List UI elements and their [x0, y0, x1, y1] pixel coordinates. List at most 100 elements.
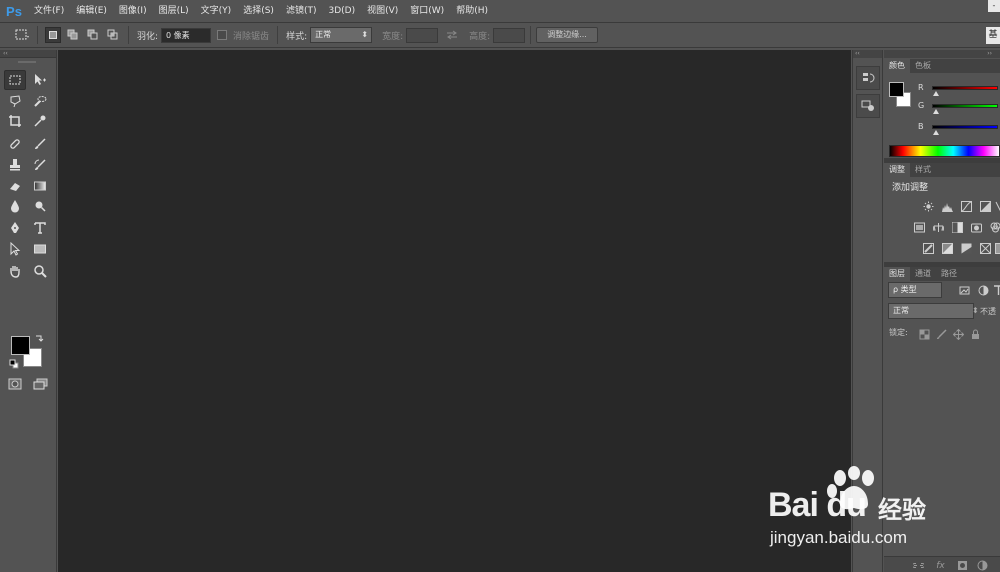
- hue-saturation-icon[interactable]: [913, 221, 926, 234]
- refine-edge-button[interactable]: 调整边缘...: [536, 27, 598, 43]
- foreground-color-swatch[interactable]: [11, 336, 30, 355]
- minimize-button[interactable]: -: [988, 0, 1000, 12]
- hand-tool-icon[interactable]: [4, 261, 26, 281]
- levels-icon[interactable]: [941, 200, 954, 213]
- swap-colors-icon[interactable]: [34, 334, 44, 347]
- quick-selection-icon[interactable]: [29, 91, 51, 111]
- add-mask-icon[interactable]: [956, 559, 969, 572]
- feather-input[interactable]: 0 像素: [161, 27, 212, 43]
- subtract-selection-icon[interactable]: [85, 27, 101, 43]
- filter-type-icon[interactable]: [992, 284, 1000, 297]
- red-track[interactable]: [932, 86, 998, 90]
- posterize-icon[interactable]: [941, 242, 954, 255]
- menu-help[interactable]: 帮助(H): [450, 0, 494, 22]
- crop-tool-icon[interactable]: [4, 111, 26, 131]
- color-balance-icon[interactable]: [932, 221, 945, 234]
- lock-transparent-icon[interactable]: [918, 328, 931, 341]
- green-track[interactable]: [932, 104, 998, 108]
- pen-tool-icon[interactable]: [4, 218, 26, 238]
- history-brush-icon[interactable]: [29, 155, 51, 175]
- intersect-selection-icon[interactable]: [105, 27, 121, 43]
- fx-icon[interactable]: fx: [934, 559, 947, 572]
- tab-adjustments[interactable]: 调整: [884, 163, 910, 177]
- dock-collapse-handle[interactable]: ‹‹: [853, 50, 882, 58]
- channel-mixer-icon[interactable]: [989, 221, 1000, 234]
- tab-swatches[interactable]: 色板: [910, 59, 936, 73]
- clone-stamp-icon[interactable]: [4, 155, 26, 175]
- exposure-icon[interactable]: [979, 200, 992, 213]
- collapse-handle[interactable]: ‹‹: [0, 50, 56, 58]
- blur-tool-icon[interactable]: [4, 196, 26, 216]
- antialias-checkbox[interactable]: [217, 30, 228, 40]
- screen-mode-icon[interactable]: [33, 378, 49, 393]
- path-selection-icon[interactable]: [4, 239, 26, 259]
- menu-window[interactable]: 窗口(W): [404, 0, 450, 22]
- lock-pixels-icon[interactable]: [935, 328, 948, 341]
- type-tool-icon[interactable]: [29, 218, 51, 238]
- add-selection-icon[interactable]: [65, 27, 81, 43]
- filter-pixel-icon[interactable]: [958, 284, 971, 297]
- default-colors-icon[interactable]: [9, 359, 19, 372]
- tab-channels[interactable]: 通道: [910, 267, 936, 281]
- swap-dimensions-icon[interactable]: [444, 27, 460, 43]
- tab-styles[interactable]: 样式: [910, 163, 936, 177]
- invert-icon[interactable]: [922, 242, 935, 255]
- threshold-icon[interactable]: [960, 242, 973, 255]
- tab-color[interactable]: 颜色: [884, 59, 910, 73]
- menu-type[interactable]: 文字(Y): [195, 0, 238, 22]
- tab-paths[interactable]: 路径: [936, 267, 962, 281]
- quick-mask-icon[interactable]: [8, 378, 22, 393]
- blend-mode-select[interactable]: 正常: [888, 303, 974, 319]
- new-selection-icon[interactable]: [45, 27, 61, 43]
- height-input[interactable]: [493, 27, 526, 43]
- filter-adjustment-icon[interactable]: [977, 284, 990, 297]
- black-white-icon[interactable]: [951, 221, 964, 234]
- history-panel-icon[interactable]: [856, 66, 880, 90]
- selective-color-icon[interactable]: [994, 242, 1000, 255]
- document-canvas-area[interactable]: [58, 50, 851, 572]
- menu-edit[interactable]: 编辑(E): [70, 0, 113, 22]
- brightness-icon[interactable]: [922, 200, 935, 213]
- color-spectrum-bar[interactable]: [889, 145, 1000, 157]
- menu-layer[interactable]: 图层(L): [153, 0, 195, 22]
- menu-3d[interactable]: 3D(D): [322, 0, 361, 22]
- layer-filter-select[interactable]: ρ 类型: [888, 282, 942, 298]
- slider-thumb[interactable]: [933, 130, 939, 135]
- panels-collapse-handle[interactable]: ››: [884, 50, 1000, 58]
- marquee-preset-icon[interactable]: [14, 27, 30, 43]
- vibrance-icon[interactable]: [994, 200, 1000, 213]
- healing-brush-icon[interactable]: [4, 134, 26, 154]
- menu-select[interactable]: 选择(S): [237, 0, 280, 22]
- move-tool-icon[interactable]: [29, 70, 51, 90]
- eyedropper-icon[interactable]: [29, 111, 51, 131]
- blue-track[interactable]: [932, 125, 998, 129]
- menu-filter[interactable]: 滤镜(T): [280, 0, 323, 22]
- gradient-tool-icon[interactable]: [29, 176, 51, 196]
- curves-icon[interactable]: [960, 200, 973, 213]
- new-adjustment-icon[interactable]: [976, 559, 989, 572]
- gradient-map-icon[interactable]: [979, 242, 992, 255]
- properties-panel-icon[interactable]: [856, 94, 880, 118]
- zoom-tool-icon[interactable]: [29, 261, 51, 281]
- width-input[interactable]: [406, 27, 439, 43]
- green-slider[interactable]: G: [889, 101, 1000, 114]
- lock-position-icon[interactable]: [952, 328, 965, 341]
- lasso-tool-icon[interactable]: [4, 91, 26, 111]
- workspace-switcher[interactable]: 基: [986, 27, 1000, 44]
- photo-filter-icon[interactable]: [970, 221, 983, 234]
- link-layers-icon[interactable]: [912, 559, 925, 572]
- tab-layers[interactable]: 图层: [884, 267, 910, 281]
- red-slider[interactable]: R: [889, 83, 1000, 96]
- menu-file[interactable]: 文件(F): [28, 0, 70, 22]
- dodge-tool-icon[interactable]: [29, 196, 51, 216]
- slider-thumb[interactable]: [933, 109, 939, 114]
- brush-tool-icon[interactable]: [29, 134, 51, 154]
- eraser-tool-icon[interactable]: [4, 176, 26, 196]
- menu-view[interactable]: 视图(V): [361, 0, 404, 22]
- rectangle-shape-icon[interactable]: [29, 239, 51, 259]
- slider-thumb[interactable]: [933, 91, 939, 96]
- style-select[interactable]: 正常: [310, 27, 373, 43]
- blue-slider[interactable]: B: [889, 122, 1000, 135]
- menu-image[interactable]: 图像(I): [113, 0, 153, 22]
- lock-all-icon[interactable]: [969, 328, 982, 341]
